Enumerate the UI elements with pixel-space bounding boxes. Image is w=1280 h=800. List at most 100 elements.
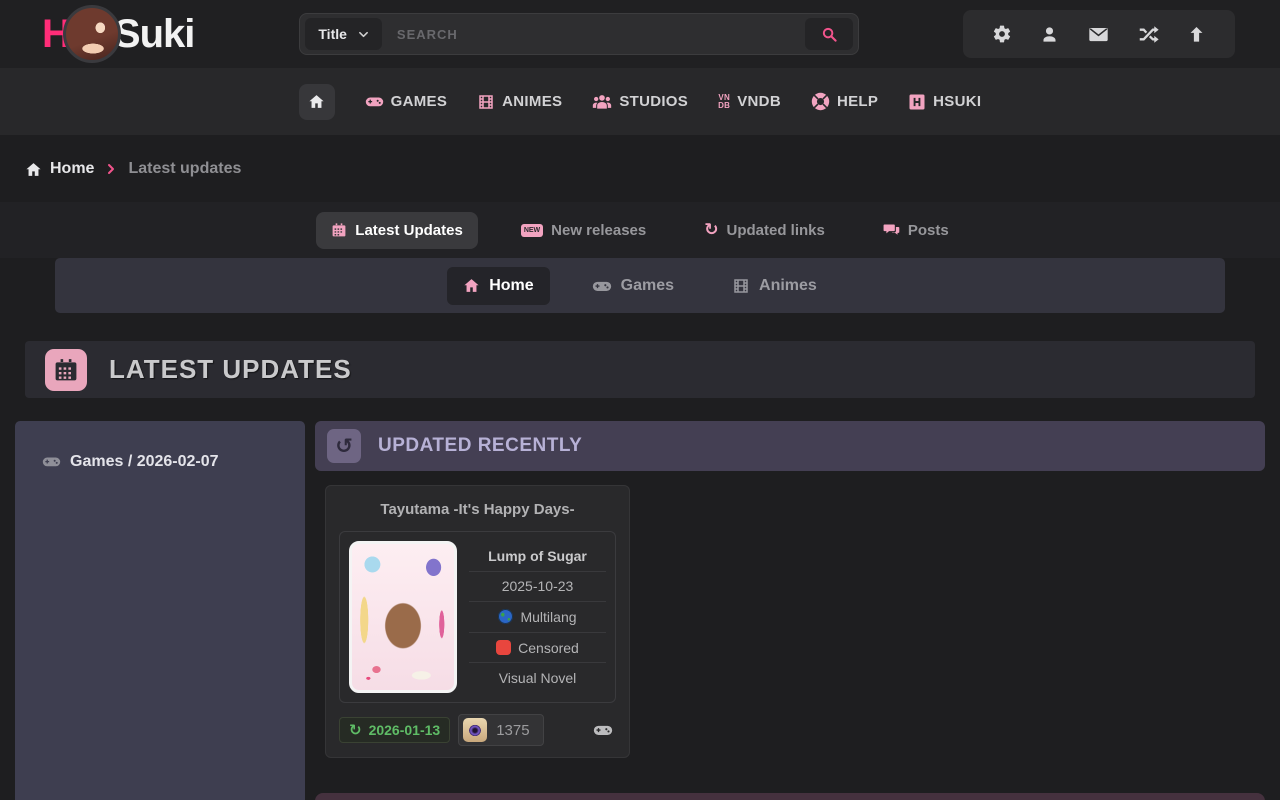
nav-label: HSUKI xyxy=(933,93,981,110)
random-shuffle-icon[interactable] xyxy=(1138,24,1159,45)
top-bar: H Suki Title xyxy=(0,0,1280,68)
panel-title: UPDATED RECENTLY xyxy=(378,435,582,457)
film-icon xyxy=(477,93,495,111)
tab-latest-updates[interactable]: Latest Updates xyxy=(316,212,478,249)
page-title: LATEST UPDATES xyxy=(109,354,352,385)
game-title-link[interactable]: Tayutama -It's Happy Days- xyxy=(339,497,616,531)
tab-posts[interactable]: Posts xyxy=(868,212,964,249)
game-cover-image[interactable] xyxy=(349,541,457,693)
subtab-animes[interactable]: Animes xyxy=(716,267,833,305)
search-submit-button[interactable] xyxy=(805,18,853,50)
nav-item-studios[interactable]: STUDIOS xyxy=(592,92,688,112)
game-card: Tayutama -It's Happy Days- Lump of Sugar… xyxy=(325,485,630,758)
next-section-header-partial xyxy=(315,793,1265,800)
vndb-icon: VNDB xyxy=(718,94,730,109)
magnifier-icon xyxy=(821,26,838,43)
calendar-icon xyxy=(45,349,87,391)
envelope-icon[interactable] xyxy=(1088,24,1109,45)
gamepad-icon xyxy=(592,276,612,296)
views-avatar xyxy=(463,718,487,742)
nav-item-animes[interactable]: ANIMES xyxy=(477,93,562,111)
chevron-down-icon xyxy=(358,29,369,40)
refresh-icon: ↻ xyxy=(349,723,362,738)
gamepad-icon xyxy=(42,452,61,471)
logo-avatar-image xyxy=(63,5,121,63)
main-nav: GAMES ANIMES STUDIOS VNDB VNDB HELP xyxy=(0,68,1280,135)
breadcrumb-home-link[interactable]: Home xyxy=(25,160,94,178)
search-category-select[interactable]: Title xyxy=(305,18,382,50)
topbar-action-group xyxy=(963,10,1235,58)
updated-recently-header: ↺ UPDATED RECENTLY xyxy=(315,421,1265,471)
history-icon: ↺ xyxy=(327,429,361,463)
nav-label: ANIMES xyxy=(502,93,562,110)
subtab-label: Home xyxy=(489,277,533,295)
views-count: 1375 xyxy=(496,722,529,739)
arrow-up-icon[interactable] xyxy=(1187,25,1206,44)
censorship-row: Censored xyxy=(469,632,606,663)
users-group-icon xyxy=(592,92,612,112)
chevron-right-icon xyxy=(105,163,117,175)
tab-label: Latest Updates xyxy=(355,222,463,239)
nav-item-games[interactable]: GAMES xyxy=(365,92,448,111)
studio-name: Lump of Sugar xyxy=(469,541,606,571)
views-badge[interactable]: 1375 xyxy=(458,714,543,746)
gamepad-icon xyxy=(593,720,613,740)
h-square-icon xyxy=(908,93,926,111)
sidebar-item-games-date[interactable]: Games / 2026-02-07 xyxy=(42,452,305,471)
nav-label: HELP xyxy=(837,93,878,110)
nav-home-button[interactable] xyxy=(299,84,335,120)
new-badge-icon: NEW xyxy=(521,224,543,237)
nav-item-help[interactable]: HELP xyxy=(811,92,878,111)
calendar-icon xyxy=(331,222,347,238)
logo-text-suki: Suki xyxy=(114,12,194,57)
content-area: Games / 2026-02-07 ↺ UPDATED RECENTLY Ta… xyxy=(15,421,1265,800)
nav-label: VNDB xyxy=(737,93,781,110)
updates-tab-bar: Latest Updates NEW New releases ↻ Update… xyxy=(0,202,1280,258)
nav-label: GAMES xyxy=(391,93,448,110)
breadcrumb-home-label: Home xyxy=(50,160,94,178)
tab-new-releases[interactable]: NEW New releases xyxy=(506,212,661,249)
settings-gear-icon[interactable] xyxy=(992,24,1012,44)
tab-label: Posts xyxy=(908,222,949,239)
user-icon[interactable] xyxy=(1040,25,1059,44)
censored-icon xyxy=(496,640,511,655)
nav-item-vndb[interactable]: VNDB VNDB xyxy=(718,93,781,110)
home-icon xyxy=(25,161,42,178)
breadcrumb-current: Latest updates xyxy=(128,160,241,178)
main-panel: ↺ UPDATED RECENTLY Tayutama -It's Happy … xyxy=(315,421,1265,800)
life-ring-icon xyxy=(811,92,830,111)
subtab-games[interactable]: Games xyxy=(576,266,690,306)
updated-date-badge[interactable]: ↻ 2026-01-13 xyxy=(339,717,450,743)
game-type: Visual Novel xyxy=(469,662,606,693)
subtab-home[interactable]: Home xyxy=(447,267,549,305)
censorship-label: Censored xyxy=(518,640,579,656)
language-label: Multilang xyxy=(520,609,576,625)
tab-updated-links[interactable]: ↻ Updated links xyxy=(689,212,840,249)
subtab-label: Games xyxy=(621,277,674,295)
home-icon xyxy=(308,93,325,110)
sidebar-item-label: Games / 2026-02-07 xyxy=(70,453,219,471)
sidebar: Games / 2026-02-07 xyxy=(15,421,305,800)
release-date: 2025-10-23 xyxy=(469,571,606,602)
tab-label: Updated links xyxy=(726,222,824,239)
globe-icon xyxy=(498,609,513,624)
page: H Suki Title xyxy=(0,0,1280,800)
search-input[interactable] xyxy=(382,27,805,42)
tab-label: New releases xyxy=(551,222,646,239)
game-details: Lump of Sugar 2025-10-23 Multilang Censo… xyxy=(469,541,606,693)
search-category-value: Title xyxy=(318,26,347,42)
film-icon xyxy=(732,277,750,295)
comments-icon xyxy=(883,222,900,239)
section-header: LATEST UPDATES xyxy=(25,341,1255,398)
scope-tab-bar: Home Games Animes xyxy=(55,258,1225,313)
language-row: Multilang xyxy=(469,601,606,632)
nav-label: STUDIOS xyxy=(619,93,688,110)
breadcrumb: Home Latest updates xyxy=(0,135,1280,202)
game-card-footer: ↻ 2026-01-13 1375 xyxy=(339,714,616,746)
site-logo[interactable]: H Suki xyxy=(42,5,194,63)
sync-icon: ↻ xyxy=(704,222,718,239)
nav-item-hsuki[interactable]: HSUKI xyxy=(908,93,981,111)
home-icon xyxy=(463,277,480,294)
game-card-body: Lump of Sugar 2025-10-23 Multilang Censo… xyxy=(339,531,616,703)
search-bar: Title xyxy=(299,13,859,55)
